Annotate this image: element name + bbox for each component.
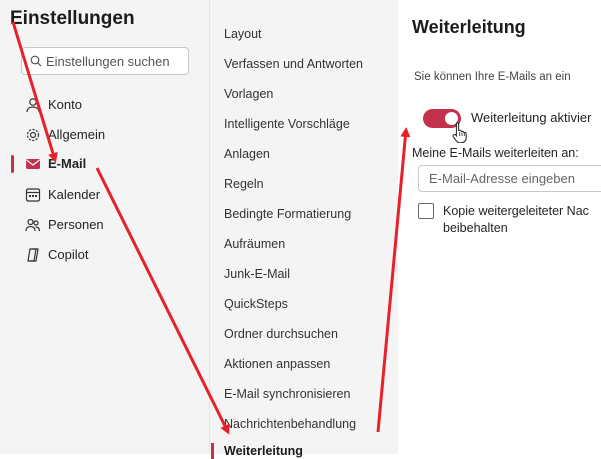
- keep-copy-label: Kopie weitergeleiteter Nac beibehalten: [443, 203, 589, 237]
- keep-copy-label-line1: Kopie weitergeleiteter Nac: [443, 204, 589, 218]
- menu-item-anlagen[interactable]: Anlagen: [224, 147, 270, 161]
- sidebar-item-label: Kalender: [48, 187, 101, 202]
- settings-search-input[interactable]: [42, 52, 188, 70]
- gear-icon: [26, 128, 40, 142]
- sidebar-item-allgemein[interactable]: Allgemein: [0, 122, 209, 148]
- hand-cursor-icon: [452, 122, 467, 143]
- menu-item-layout[interactable]: Layout: [224, 27, 262, 41]
- search-icon: [30, 55, 42, 67]
- mail-icon: [26, 159, 40, 169]
- copilot-icon: [27, 248, 39, 262]
- toggle-label: Weiterleitung aktivier: [471, 110, 592, 125]
- menu-item-quicksteps[interactable]: QuickSteps: [224, 297, 288, 311]
- sidebar-item-label: Allgemein: [48, 127, 106, 142]
- email-field[interactable]: [419, 170, 601, 187]
- menu-item-weiterleitung[interactable]: Weiterleitung: [224, 444, 303, 458]
- keep-copy-checkbox[interactable]: [418, 203, 434, 219]
- sidebar-item-label: E-Mail: [48, 156, 87, 171]
- forward-to-label: Meine E-Mails weiterleiten an:: [412, 146, 579, 160]
- keep-copy-label-line2: beibehalten: [443, 221, 508, 235]
- sidebar-item-personen[interactable]: Personen: [0, 212, 209, 238]
- forwarding-description: Sie können Ihre E-Mails an ein: [414, 71, 571, 83]
- active-indicator: [211, 443, 214, 459]
- menu-item-ordner[interactable]: Ordner durchsuchen: [224, 327, 338, 341]
- sidebar-item-kalender[interactable]: Kalender: [0, 182, 209, 208]
- email-field-wrapper[interactable]: [418, 165, 601, 192]
- menu-item-verfassen[interactable]: Verfassen und Antworten: [224, 57, 363, 71]
- menu-item-junk[interactable]: Junk-E-Mail: [224, 267, 290, 281]
- calendar-icon: [25, 188, 41, 202]
- menu-item-aufraeumen[interactable]: Aufräumen: [224, 237, 285, 251]
- menu-item-formatierung[interactable]: Bedingte Formatierung: [224, 207, 351, 221]
- sidebar-item-label: Copilot: [48, 247, 89, 262]
- menu-item-regeln[interactable]: Regeln: [224, 177, 264, 191]
- page-title: Weiterleitung: [412, 17, 526, 37]
- settings-title: Einstellungen: [10, 8, 135, 29]
- people-icon: [25, 218, 41, 232]
- menu-item-synchronisieren[interactable]: E-Mail synchronisieren: [224, 387, 350, 401]
- menu-item-vorschlaege[interactable]: Intelligente Vorschläge: [224, 117, 350, 131]
- menu-item-nachrichten[interactable]: Nachrichtenbehandlung: [224, 417, 356, 431]
- sidebar-item-label: Konto: [48, 97, 82, 112]
- sidebar-item-konto[interactable]: Konto: [0, 92, 209, 118]
- menu-item-vorlagen[interactable]: Vorlagen: [224, 87, 273, 101]
- person-icon: [26, 98, 40, 113]
- sidebar-item-label: Personen: [48, 217, 104, 232]
- settings-search-box[interactable]: [21, 47, 189, 75]
- sidebar-item-email[interactable]: E-Mail: [0, 151, 209, 177]
- settings-sidebar: Einstellungen Konto Allgemein E-Mail Kal…: [0, 0, 209, 454]
- sidebar-item-copilot[interactable]: Copilot: [0, 242, 209, 268]
- menu-item-aktionen[interactable]: Aktionen anpassen: [224, 357, 330, 371]
